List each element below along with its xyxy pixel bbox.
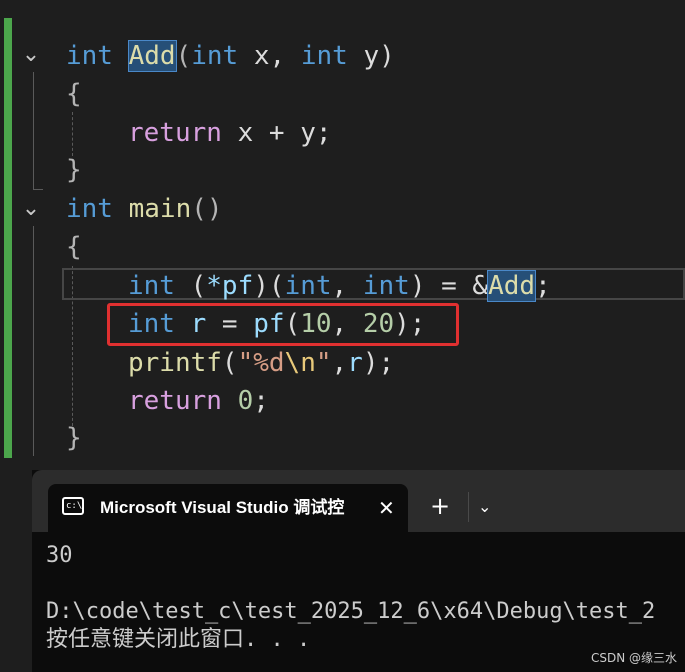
- code-line-2[interactable]: {: [66, 76, 82, 112]
- code-token: (: [284, 309, 301, 339]
- console-icon: c:\: [62, 497, 84, 515]
- code-token: ,: [331, 309, 363, 339]
- code-line-11[interactable]: }: [66, 420, 82, 456]
- code-token: ,: [331, 271, 363, 301]
- fold-guide-end: [33, 189, 43, 190]
- code-token: Add: [127, 40, 177, 72]
- code-token: printf: [128, 348, 222, 378]
- code-token: int: [66, 194, 113, 224]
- fold-guide: [33, 72, 34, 190]
- code-token: (: [175, 41, 192, 71]
- code-token: );: [394, 309, 426, 339]
- watermark: CSDN @缘三水: [590, 651, 677, 665]
- code-token: y): [347, 41, 395, 71]
- code-line-4[interactable]: }: [66, 152, 82, 188]
- close-icon[interactable]: ✕: [378, 494, 395, 522]
- code-token: int: [128, 309, 175, 339]
- code-token: *pf: [206, 271, 254, 301]
- terminal-tab[interactable]: c:\ Microsoft Visual Studio 调试控 ✕: [48, 484, 408, 532]
- code-token: 0: [237, 386, 254, 416]
- console-icon-label: c:\: [66, 501, 83, 511]
- fold-guide: [33, 226, 34, 456]
- code-token: {: [66, 79, 82, 109]
- code-token: 10: [300, 309, 332, 339]
- code-line-5[interactable]: int main(): [66, 191, 223, 227]
- code-token: 20: [362, 309, 395, 339]
- code-line-1[interactable]: int Add(int x, int y): [66, 38, 395, 74]
- code-line-3[interactable]: return x + y;: [128, 115, 332, 151]
- change-tracking-bar: [4, 18, 12, 458]
- code-token: {: [66, 232, 82, 262]
- code-token: }: [66, 155, 82, 185]
- code-token: x + y;: [221, 118, 332, 148]
- code-token: r: [347, 348, 363, 378]
- code-line-9[interactable]: printf("%d\n",r);: [128, 345, 394, 381]
- fold-chevron-icon[interactable]: ⌄: [20, 198, 42, 220]
- code-editor[interactable]: ⌄ ⌄ int Add(int x, int y) { return x + y…: [0, 0, 685, 460]
- chevron-down-icon[interactable]: ⌄: [478, 494, 491, 520]
- code-token: ,: [331, 348, 348, 378]
- fold-chevron-icon[interactable]: ⌄: [20, 44, 42, 66]
- code-token: r: [190, 309, 207, 339]
- code-token: ;: [535, 271, 551, 301]
- code-token: (: [174, 271, 207, 301]
- code-token: );: [362, 348, 395, 378]
- code-token: ) = &: [409, 271, 489, 301]
- code-token: main: [128, 194, 192, 224]
- code-token: (): [191, 194, 223, 224]
- code-token: int: [300, 41, 348, 71]
- code-line-8[interactable]: int r = pf(10, 20);: [128, 306, 425, 342]
- tab-separator: [468, 492, 469, 522]
- code-token: int: [66, 41, 113, 71]
- code-token: return: [128, 386, 222, 416]
- code-token: int: [284, 271, 332, 301]
- code-token: return: [128, 118, 222, 148]
- terminal-tab-bar: c:\ Microsoft Visual Studio 调试控 ✕ + ⌄: [32, 470, 685, 532]
- code-token: x,: [238, 41, 301, 71]
- code-token: "%d: [237, 348, 285, 378]
- code-token: \n: [284, 348, 316, 378]
- code-token: )(: [253, 271, 285, 301]
- code-token: }: [66, 423, 82, 453]
- output-line-path: D:\code\test_c\test_2025_12_6\x64\Debug\…: [46, 599, 656, 624]
- code-token: int: [128, 271, 175, 301]
- new-tab-icon[interactable]: +: [430, 492, 450, 520]
- code-token: ": [315, 348, 332, 378]
- indent-guide: [72, 112, 73, 156]
- tab-title: Microsoft Visual Studio 调试控: [100, 498, 345, 517]
- console-window[interactable]: c:\ Microsoft Visual Studio 调试控 ✕ + ⌄ 30…: [32, 470, 685, 672]
- code-token: pf: [253, 309, 285, 339]
- code-token: ;: [253, 386, 269, 416]
- code-line-10[interactable]: return 0;: [128, 383, 269, 419]
- output-line-result: 30: [46, 543, 73, 568]
- output-line-prompt: 按任意键关闭此窗口. . .: [46, 627, 311, 652]
- code-token: (: [221, 348, 238, 378]
- code-line-6[interactable]: {: [66, 229, 82, 265]
- code-token: Add: [487, 270, 537, 302]
- code-token: int: [191, 41, 239, 71]
- code-line-7[interactable]: int (*pf)(int, int) = &Add;: [128, 268, 551, 304]
- code-token: int: [362, 271, 410, 301]
- code-token: =: [206, 309, 254, 339]
